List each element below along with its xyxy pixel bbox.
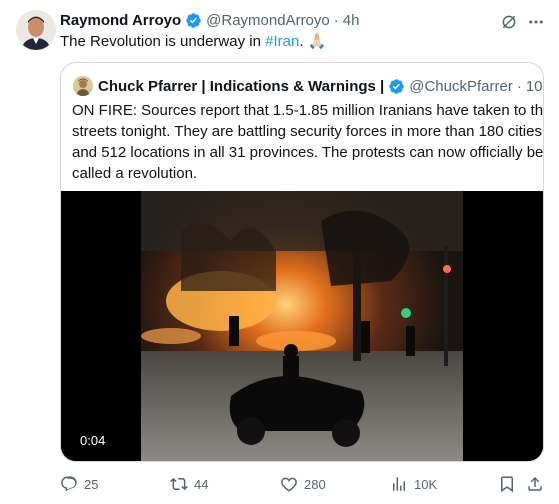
quoted-text-line: streets tonight. They are battling secur… bbox=[72, 123, 542, 140]
views-count: 10K bbox=[414, 476, 438, 492]
quoted-author-name[interactable]: Chuck Pfarrer | Indications & Warnings | bbox=[98, 78, 384, 95]
quoted-tweet-card[interactable]: Chuck Pfarrer | Indications & Warnings |… bbox=[60, 62, 544, 462]
repost-count: 44 bbox=[194, 476, 209, 492]
heart-icon bbox=[281, 477, 297, 492]
more-options-icon[interactable] bbox=[524, 10, 548, 34]
verified-badge-icon bbox=[185, 12, 202, 29]
author-name[interactable]: Raymond Arroyo bbox=[60, 12, 181, 29]
views-button[interactable]: 10K bbox=[390, 472, 437, 496]
quoted-separator-dot: · bbox=[516, 77, 522, 95]
quoted-text-line: called a revolution. bbox=[72, 165, 198, 182]
quoted-author-avatar bbox=[73, 76, 93, 96]
repost-icon bbox=[170, 477, 188, 491]
reply-button[interactable]: 25 bbox=[60, 472, 98, 496]
quoted-author-handle[interactable]: @ChuckPfarrer bbox=[409, 78, 513, 95]
tweet-header: Raymond Arroyo @RaymondArroyo · 4h bbox=[60, 10, 500, 30]
bookmark-icon bbox=[501, 476, 513, 493]
hashtag-link[interactable]: #Iran bbox=[265, 33, 299, 50]
author-avatar[interactable] bbox=[16, 10, 56, 50]
tweet-text: The Revolution is underway in #Iran. 🙏🏻 bbox=[60, 32, 326, 52]
tweet-action-bar: 25 44 280 10K bbox=[60, 472, 550, 496]
grok-icon[interactable] bbox=[497, 10, 521, 34]
quoted-text-line: and 512 locations in all 31 provinces. T… bbox=[72, 144, 544, 161]
quoted-avatar-icon bbox=[73, 76, 93, 96]
quoted-tweet-text: ON FIRE: Sources report that 1.5-1.85 mi… bbox=[72, 100, 544, 184]
like-button[interactable]: 280 bbox=[280, 472, 326, 496]
like-count: 280 bbox=[304, 476, 326, 492]
separator-dot: · bbox=[333, 11, 339, 29]
quoted-text-line: ON FIRE: Sources report that 1.5-1.85 mi… bbox=[72, 102, 544, 119]
tweet-time[interactable]: 4h bbox=[343, 12, 360, 29]
author-handle[interactable]: @RaymondArroyo bbox=[206, 12, 330, 29]
tweet-text-after: . 🙏🏻 bbox=[299, 33, 327, 50]
video-duration: 0:04 bbox=[75, 431, 111, 450]
share-button[interactable] bbox=[526, 472, 550, 496]
video-thumbnail-fire-street bbox=[61, 191, 543, 461]
bookmark-button[interactable] bbox=[498, 472, 522, 496]
quoted-tweet-header: Chuck Pfarrer | Indications & Warnings |… bbox=[73, 75, 543, 97]
quoted-verified-badge-icon bbox=[388, 78, 405, 95]
views-chart-icon bbox=[393, 477, 405, 491]
user-avatar-icon bbox=[16, 10, 56, 50]
tweet-text-before: The Revolution is underway in bbox=[60, 33, 266, 50]
video-player[interactable]: 0:04 bbox=[61, 191, 543, 461]
repost-button[interactable]: 44 bbox=[170, 472, 208, 496]
reply-icon bbox=[61, 476, 77, 492]
reply-count: 25 bbox=[84, 476, 99, 492]
share-icon bbox=[528, 476, 542, 491]
quoted-tweet-time[interactable]: 10h bbox=[526, 78, 543, 95]
